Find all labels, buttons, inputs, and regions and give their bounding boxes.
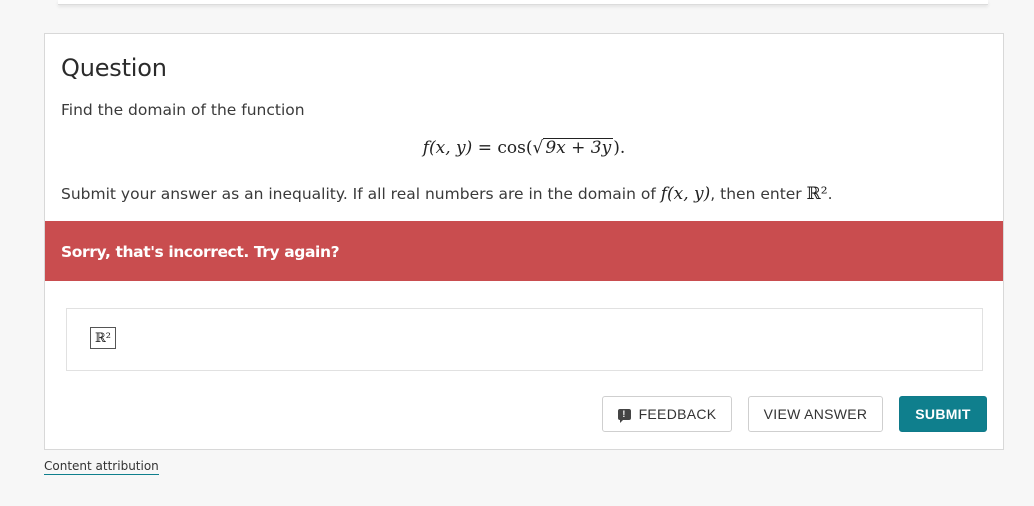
view-answer-button[interactable]: VIEW ANSWER (748, 396, 883, 432)
instruction-math-set: ℝ² (806, 184, 828, 204)
formula-close-paren: ). (613, 138, 626, 158)
submit-label: SUBMIT (915, 406, 971, 422)
view-answer-label: VIEW ANSWER (763, 406, 868, 422)
sqrt-symbol: √ (532, 138, 544, 158)
question-prompt: Find the domain of the function (61, 101, 305, 119)
answer-instruction: Submit your answer as an inequality. If … (61, 184, 833, 204)
instruction-text-end: . (827, 185, 833, 203)
incorrect-feedback-banner: Sorry, that's incorrect. Try again? (45, 221, 1003, 281)
content-attribution-link[interactable]: Content attribution (44, 459, 159, 475)
formula-radicand: 9x + 3y (543, 138, 614, 158)
formula-lhs: f(x, y) (422, 138, 473, 158)
formula-equals: = cos (472, 138, 526, 158)
incorrect-message: Sorry, that's incorrect. Try again? (61, 243, 340, 261)
question-card: Question Find the domain of the function… (44, 33, 1004, 450)
function-formula: f(x, y) = cos(√ 9x + 3y). (45, 138, 1003, 159)
instruction-math-function: f(x, y) (660, 184, 711, 204)
submit-button[interactable]: SUBMIT (899, 396, 987, 432)
question-heading: Question (61, 54, 167, 82)
answer-input[interactable]: ℝ² (90, 327, 116, 349)
instruction-text-middle: , then enter (710, 185, 807, 203)
instruction-text-start: Submit your answer as an inequality. If … (61, 185, 661, 203)
feedback-button[interactable]: ! FEEDBACK (602, 396, 732, 432)
answer-container: ℝ² (66, 308, 983, 371)
previous-card-edge (58, 0, 988, 5)
exclamation-comment-icon: ! (617, 408, 631, 423)
feedback-button-label: FEEDBACK (638, 406, 717, 422)
